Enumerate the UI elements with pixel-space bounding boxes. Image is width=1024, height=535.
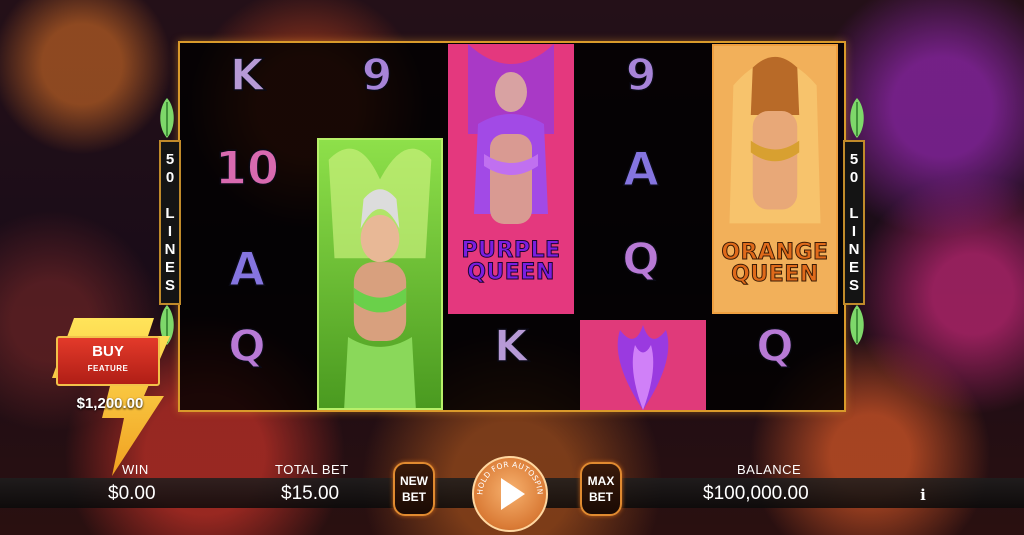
buy-sublabel: FEATURE bbox=[87, 364, 129, 373]
lines-badge-right: 50 LINES bbox=[843, 140, 865, 305]
reel-symbol-9: 9 bbox=[361, 50, 393, 101]
reel-symbol-9: 9 bbox=[625, 50, 657, 101]
reel-symbol-a: A bbox=[622, 142, 659, 196]
orange-queen-title: ORANGE QUEEN bbox=[721, 240, 829, 287]
autospin-ring: HOLD FOR AUTOSPIN bbox=[475, 460, 544, 495]
lines-badge-text: 50 LINES bbox=[845, 150, 863, 295]
buy-feature-panel[interactable]: BUY FEATURE $1,200.00 bbox=[52, 318, 176, 478]
win-label: WIN bbox=[122, 462, 149, 477]
buy-feature-price: $1,200.00 bbox=[76, 395, 144, 412]
max-bet-button[interactable]: MAX BET bbox=[580, 462, 622, 516]
purple-feather-card bbox=[580, 320, 706, 410]
total-bet-value: $15.00 bbox=[281, 483, 340, 504]
leaf-decoration-icon bbox=[156, 98, 178, 138]
buy-label: BUY bbox=[92, 343, 124, 360]
purple-queen-card: PURPLE QUEEN bbox=[448, 44, 574, 314]
balance-label: BALANCE bbox=[737, 462, 802, 477]
total-bet-label: TOTAL BET bbox=[275, 462, 349, 477]
balance-value: $100,000.00 bbox=[703, 483, 809, 504]
svg-text:HOLD FOR AUTOSPIN: HOLD FOR AUTOSPIN bbox=[475, 460, 544, 495]
reel-symbol-q: Q bbox=[622, 234, 661, 285]
lines-badge-text: 50 LINES bbox=[161, 150, 179, 295]
info-icon[interactable]: i bbox=[912, 484, 934, 506]
green-queen-card bbox=[317, 138, 443, 410]
reel-symbol-a: A bbox=[228, 242, 265, 296]
win-value: $0.00 bbox=[108, 483, 156, 504]
leaf-decoration-icon bbox=[846, 98, 868, 138]
new-bet-button[interactable]: NEW BET bbox=[393, 462, 435, 516]
leaf-decoration-icon bbox=[846, 305, 868, 345]
reel-symbol-10: 10 bbox=[214, 141, 280, 195]
orange-queen-card: ORANGE QUEEN bbox=[712, 44, 838, 314]
lines-badge-left: 50 LINES bbox=[159, 140, 181, 305]
purple-queen-title: PURPLE QUEEN bbox=[461, 238, 561, 285]
reel-symbol-k: K bbox=[229, 50, 265, 101]
autospin-text: HOLD FOR AUTOSPIN bbox=[475, 460, 544, 495]
reel-symbol-k: K bbox=[493, 321, 529, 372]
reel-symbol-q: Q bbox=[756, 321, 795, 372]
reel-symbol-q: Q bbox=[228, 321, 267, 372]
buy-feature-button[interactable]: BUY FEATURE bbox=[56, 336, 160, 386]
spin-button[interactable]: HOLD FOR AUTOSPIN bbox=[472, 456, 548, 532]
